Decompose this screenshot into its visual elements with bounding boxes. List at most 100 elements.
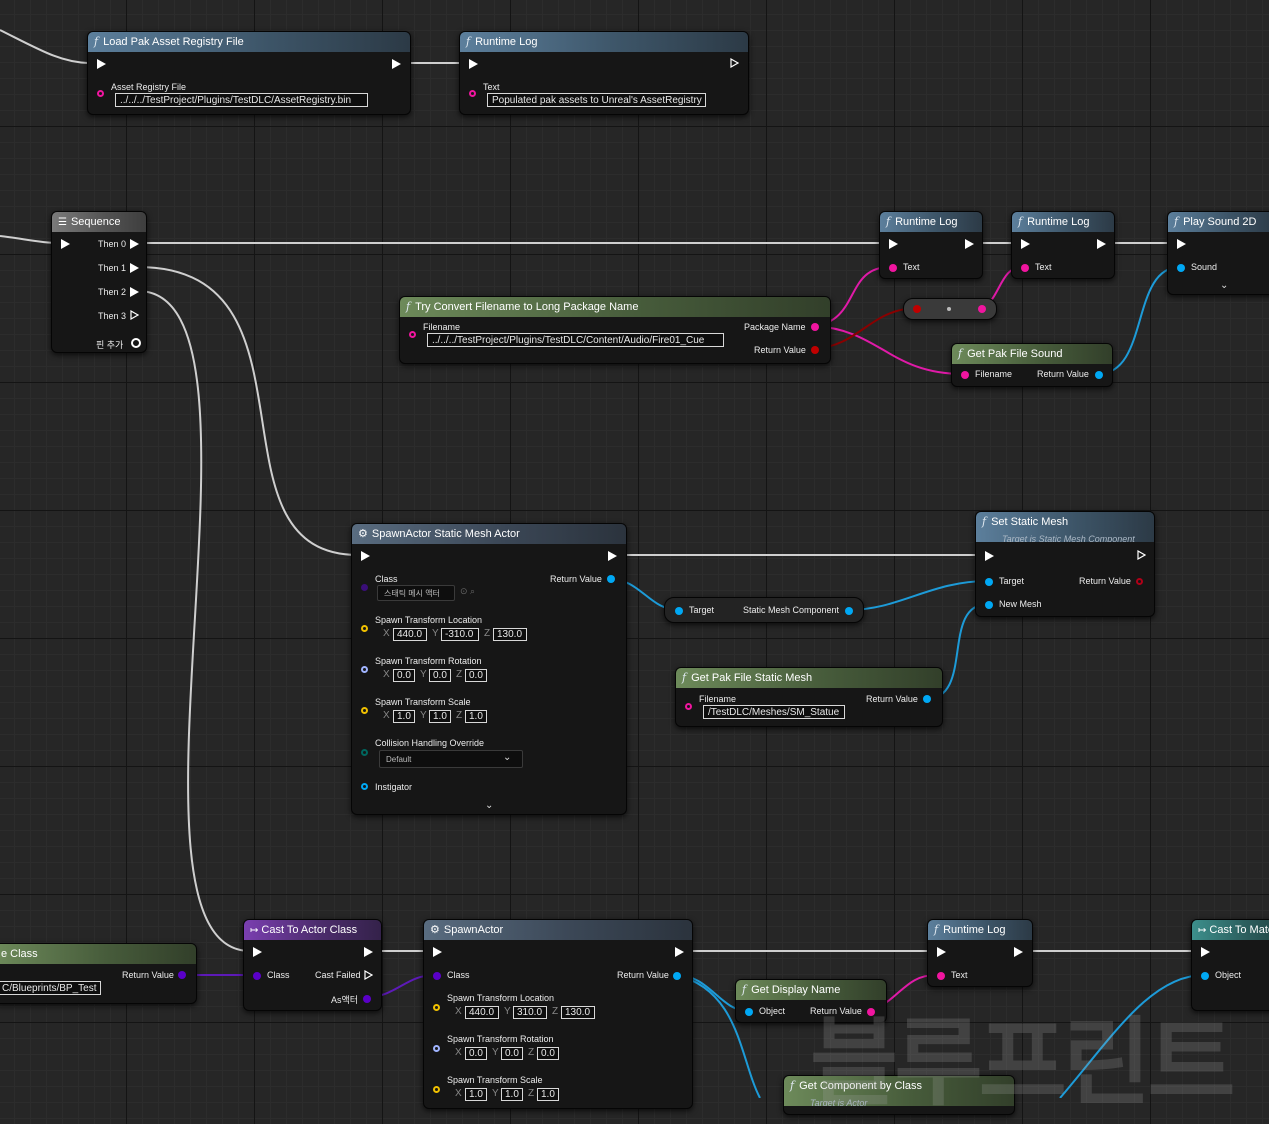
- object-pin-icon[interactable]: [1095, 371, 1103, 379]
- object-pin-icon[interactable]: [1177, 264, 1185, 272]
- exec-in-pin[interactable]: [253, 947, 262, 957]
- rotator-pin-icon[interactable]: [433, 1045, 440, 1052]
- location-y-input[interactable]: 310.0: [513, 1006, 547, 1019]
- scale-z-input[interactable]: 1.0: [465, 710, 487, 723]
- log-text-input[interactable]: Populated pak assets to Unreal's AssetRe…: [487, 93, 706, 107]
- expand-chevron-icon[interactable]: ⌄: [1220, 280, 1228, 291]
- collision-dropdown[interactable]: Default: [379, 750, 523, 768]
- exec-out-pin[interactable]: [675, 947, 684, 957]
- exec-out-pin[interactable]: [130, 287, 139, 297]
- play-sound-2d-node[interactable]: f Play Sound 2D Sound ⌄: [1167, 211, 1269, 295]
- exec-in-pin[interactable]: [469, 59, 478, 69]
- object-pin-icon[interactable]: [673, 972, 681, 980]
- object-pin-icon[interactable]: [845, 607, 853, 615]
- object-pin-icon[interactable]: [607, 575, 615, 583]
- add-pin-icon[interactable]: [131, 338, 141, 348]
- exec-out-pin[interactable]: [1014, 947, 1023, 957]
- add-pin-button[interactable]: 핀 추가: [96, 338, 123, 351]
- exec-out-pin[interactable]: [730, 58, 739, 68]
- exec-in-pin[interactable]: [937, 947, 946, 957]
- expand-chevron-icon[interactable]: ⌄: [485, 800, 493, 811]
- class-pin-icon[interactable]: [361, 584, 368, 591]
- location-y-input[interactable]: -310.0: [441, 628, 479, 641]
- rotation-y-input[interactable]: 0.0: [429, 669, 451, 682]
- object-pin-icon[interactable]: [1201, 972, 1209, 980]
- rotation-z-input[interactable]: 0.0: [465, 669, 487, 682]
- exec-in-pin[interactable]: [61, 239, 70, 249]
- string-pin-icon[interactable]: [685, 703, 692, 710]
- class-pin-icon[interactable]: [178, 971, 186, 979]
- object-pin-icon[interactable]: [675, 607, 683, 615]
- exec-out-pin[interactable]: [130, 239, 139, 249]
- bool-pin-icon[interactable]: [1136, 578, 1143, 585]
- browse-icon[interactable]: ⊙ ⌕: [460, 586, 475, 597]
- try-convert-filename-node[interactable]: f Try Convert Filename to Long Package Na…: [399, 296, 831, 364]
- rotation-x-input[interactable]: 0.0: [465, 1047, 487, 1060]
- exec-out-pin[interactable]: [130, 310, 139, 320]
- spawn-actor-node[interactable]: ⚙ SpawnActor Class Return Value Spawn Tra…: [423, 919, 693, 1109]
- rotation-y-input[interactable]: 0.0: [501, 1047, 523, 1060]
- scale-y-input[interactable]: 1.0: [501, 1088, 523, 1101]
- runtime-log-node[interactable]: f Runtime Log Text Populated pak assets t…: [459, 31, 749, 115]
- location-z-input[interactable]: 130.0: [493, 628, 527, 641]
- class-pin-icon[interactable]: [363, 995, 371, 1003]
- mesh-filename-input[interactable]: /TestDLC/Meshes/SM_Statue: [703, 705, 845, 719]
- exec-out-pin[interactable]: [965, 239, 974, 249]
- object-pin-icon[interactable]: [985, 601, 993, 609]
- vector-pin-icon[interactable]: [433, 1004, 440, 1011]
- class-pin-icon[interactable]: [433, 972, 441, 980]
- vector-pin-icon[interactable]: [361, 707, 368, 714]
- vector-pin-icon[interactable]: [433, 1086, 440, 1093]
- spawn-actor-static-mesh-node[interactable]: ⚙ SpawnActor Static Mesh Actor Class 스태틱 …: [351, 523, 627, 815]
- class-pin-icon[interactable]: [253, 972, 261, 980]
- cast-to-actor-class-node[interactable]: ↦ Cast To Actor Class Class Cast Failed A…: [243, 919, 382, 1011]
- runtime-log-node[interactable]: f Runtime Log Text: [927, 919, 1033, 987]
- exec-in-pin[interactable]: [1177, 239, 1186, 249]
- exec-out-pin[interactable]: [364, 970, 373, 980]
- string-pin-icon[interactable]: [469, 90, 476, 97]
- string-pin-icon[interactable]: [1021, 264, 1029, 272]
- filename-input[interactable]: ../../../TestProject/Plugins/TestDLC/Con…: [427, 333, 724, 347]
- rotator-pin-icon[interactable]: [361, 666, 368, 673]
- string-pin-icon[interactable]: [961, 371, 969, 379]
- scale-z-input[interactable]: 1.0: [537, 1088, 559, 1101]
- class-getter-node[interactable]: e Class Return Value C/Blueprints/BP_Tes…: [0, 943, 197, 1004]
- name-pin-icon[interactable]: [913, 305, 921, 313]
- name-pin-icon[interactable]: [811, 346, 819, 354]
- runtime-log-node[interactable]: f Runtime Log Text: [879, 211, 983, 279]
- object-pin-icon[interactable]: [923, 695, 931, 703]
- scale-x-input[interactable]: 1.0: [465, 1088, 487, 1101]
- exec-in-pin[interactable]: [97, 59, 106, 69]
- exec-out-pin[interactable]: [608, 551, 617, 561]
- asset-registry-file-input[interactable]: ../../../TestProject/Plugins/TestDLC/Ass…: [115, 93, 368, 107]
- class-dropdown[interactable]: 스태틱 메시 액터: [377, 585, 455, 601]
- enum-pin-icon[interactable]: [361, 749, 368, 756]
- set-static-mesh-node[interactable]: f Set Static Mesh Target is Static Mesh C…: [975, 511, 1155, 617]
- exec-out-pin[interactable]: [392, 59, 401, 69]
- string-pin-icon[interactable]: [97, 90, 104, 97]
- string-pin-icon[interactable]: [937, 972, 945, 980]
- location-z-input[interactable]: 130.0: [561, 1006, 595, 1019]
- string-pin-icon[interactable]: [409, 331, 416, 338]
- location-x-input[interactable]: 440.0: [393, 628, 427, 641]
- exec-out-pin[interactable]: [1097, 239, 1106, 249]
- exec-in-pin[interactable]: [889, 239, 898, 249]
- rotation-x-input[interactable]: 0.0: [393, 669, 415, 682]
- runtime-log-node[interactable]: f Runtime Log Text: [1011, 211, 1115, 279]
- vector-pin-icon[interactable]: [361, 625, 368, 632]
- exec-in-pin[interactable]: [1021, 239, 1030, 249]
- rotation-z-input[interactable]: 0.0: [537, 1047, 559, 1060]
- sequence-node[interactable]: ☰ Sequence Then 0 Then 1 Then 2 Then 3 핀 …: [51, 211, 147, 353]
- exec-out-pin[interactable]: [130, 263, 139, 273]
- scale-x-input[interactable]: 1.0: [393, 710, 415, 723]
- exec-in-pin[interactable]: [1201, 947, 1210, 957]
- string-pin-icon[interactable]: [811, 323, 819, 331]
- class-path-input[interactable]: C/Blueprints/BP_Test: [0, 981, 101, 995]
- scale-y-input[interactable]: 1.0: [429, 710, 451, 723]
- get-pak-file-sound-node[interactable]: f Get Pak File Sound Filename Return Valu…: [951, 343, 1113, 387]
- load-pak-asset-registry-node[interactable]: f Load Pak Asset Registry File Asset Regi…: [87, 31, 411, 115]
- static-mesh-component-getter-node[interactable]: Target Static Mesh Component: [664, 597, 864, 623]
- exec-out-pin[interactable]: [1137, 550, 1146, 560]
- object-pin-icon[interactable]: [745, 1008, 753, 1016]
- exec-in-pin[interactable]: [433, 947, 442, 957]
